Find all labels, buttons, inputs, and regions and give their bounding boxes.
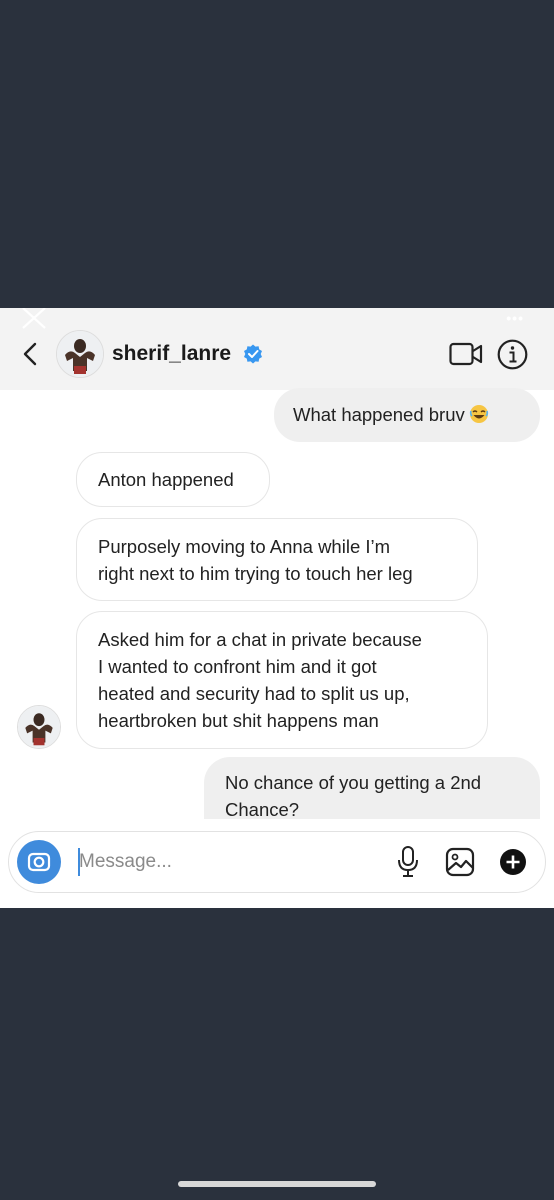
username[interactable]: sherif_lanre [112, 342, 231, 366]
info-icon[interactable] [497, 339, 528, 370]
message-incoming: Anton happened [76, 452, 270, 507]
sender-avatar[interactable] [17, 705, 61, 749]
video-call-icon[interactable] [449, 342, 483, 366]
message-input[interactable] [79, 848, 339, 876]
chat-screenshot: ••• sherif_lanre What happened bruv Anto… [0, 308, 554, 908]
chevron-left-icon[interactable] [22, 342, 38, 366]
chat-header: ••• sherif_lanre [0, 308, 554, 390]
message-line: heartbroken but shit happens man [98, 710, 379, 731]
plus-circle-icon[interactable] [499, 848, 527, 876]
message-incoming: Purposely moving to Anna while I’m right… [76, 518, 478, 601]
camera-icon [27, 852, 51, 872]
message-line: right next to him trying to touch her le… [98, 563, 413, 584]
verified-badge-icon [244, 344, 262, 364]
laughing-emoji-icon [469, 405, 488, 423]
message-line: Purposely moving to Anna while I’m [98, 536, 391, 557]
more-options-icon[interactable]: ••• [506, 311, 524, 325]
message-incoming: Asked him for a chat in private because … [76, 611, 488, 749]
message-line: I wanted to confront him and it got [98, 656, 377, 677]
message-text: Anton happened [98, 469, 234, 490]
message-composer [8, 831, 546, 893]
message-line: Asked him for a chat in private because [98, 629, 422, 650]
camera-button[interactable] [17, 840, 61, 884]
microphone-icon[interactable] [397, 845, 419, 879]
message-line: Chance? [225, 799, 300, 819]
home-indicator[interactable] [178, 1181, 376, 1187]
message-line: heated and security had to split us up, [98, 683, 410, 704]
close-icon[interactable] [20, 308, 48, 330]
message-outgoing: No chance of you getting a 2nd Chance? [204, 757, 540, 819]
avatar[interactable] [56, 330, 104, 378]
gallery-icon[interactable] [445, 847, 475, 877]
message-text: What happened bruv [293, 404, 465, 425]
message-line: No chance of you getting a 2nd [225, 772, 482, 793]
message-outgoing: What happened bruv [274, 388, 540, 442]
